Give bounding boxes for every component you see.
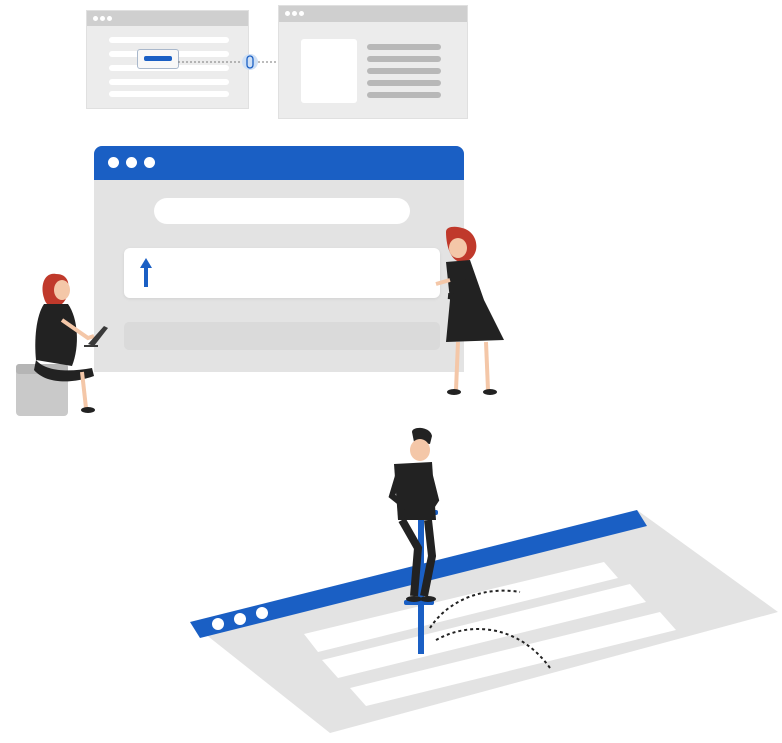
tilted-page (190, 510, 778, 733)
tilted-page-scene (190, 427, 778, 733)
